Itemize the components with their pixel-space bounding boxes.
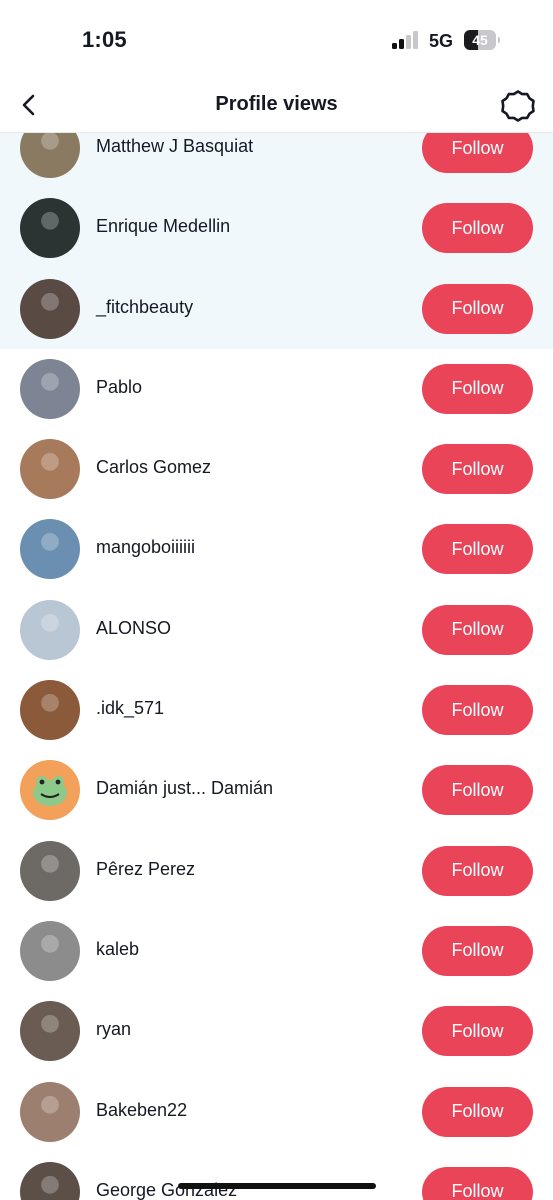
username[interactable]: Damián just... Damián [96,778,273,799]
avatar[interactable] [20,519,80,580]
list-item[interactable]: .idk_571 Follow [0,670,553,750]
username[interactable]: mangoboiiiiii [96,537,195,558]
page-title: Profile views [215,93,338,115]
list-item[interactable]: mangoboiiiiii Follow [0,509,553,589]
username[interactable]: ALONSO [96,618,171,639]
avatar[interactable] [20,1161,80,1200]
avatar[interactable] [20,680,80,741]
avatar[interactable] [20,278,80,339]
username[interactable]: Pêrez Perez [96,859,195,880]
list-item[interactable]: kaleb Follow [0,911,553,991]
list-item[interactable]: Carlos Gomez Follow [0,429,553,509]
home-indicator [178,1183,376,1189]
follow-button[interactable]: Follow [422,604,533,655]
username[interactable]: Bakeben22 [96,1100,187,1121]
avatar[interactable] [20,133,80,178]
list-item[interactable]: ryan Follow [0,991,553,1071]
gear-icon [501,90,535,122]
follow-button[interactable]: Follow [422,203,533,254]
settings-button[interactable] [499,87,537,125]
follow-button[interactable]: Follow [422,765,533,816]
profile-viewers-list[interactable]: Matthew J Basquiat Follow Enrique Medellin… [0,133,553,1200]
username[interactable]: ryan [96,1019,131,1040]
list-item[interactable]: Bakeben22 Follow [0,1072,553,1152]
follow-button[interactable]: Follow [422,283,533,334]
username[interactable]: _fitchbeauty [96,297,193,318]
avatar[interactable] [20,840,80,901]
avatar[interactable] [20,1081,80,1142]
username[interactable]: Enrique Medellin [96,216,230,237]
battery-level: 45 [472,32,488,48]
follow-button[interactable]: Follow [422,1086,533,1137]
username[interactable]: Carlos Gomez [96,457,211,478]
list-item[interactable]: _fitchbeauty Follow [0,268,553,349]
status-time: 1:05 [82,27,127,52]
header: Profile views [0,80,553,133]
username[interactable]: .idk_571 [96,698,164,719]
username[interactable]: Pablo [96,377,142,398]
avatar[interactable] [20,1001,80,1062]
status-bar: 1:05 5G 45 [0,0,553,80]
avatar[interactable] [20,920,80,981]
follow-button[interactable]: Follow [422,925,533,976]
avatar[interactable] [20,599,80,660]
username[interactable]: kaleb [96,939,139,960]
list-item[interactable]: Pablo Follow [0,349,553,429]
battery-icon: 45 [464,30,500,50]
avatar[interactable] [20,439,80,500]
list-item[interactable]: Enrique Medellin Follow [0,188,553,269]
avatar[interactable] [20,358,80,419]
follow-button[interactable]: Follow [422,363,533,414]
network-type: 5G [429,31,454,51]
avatar[interactable] [20,760,80,821]
list-item[interactable]: Pêrez Perez Follow [0,831,553,911]
follow-button[interactable]: Follow [422,1006,533,1057]
follow-button[interactable]: Follow [422,1166,533,1200]
list-item[interactable]: Damián just... Damián Follow [0,750,553,830]
cellular-signal-icon [392,31,420,49]
follow-button[interactable]: Follow [422,685,533,736]
follow-button[interactable]: Follow [422,444,533,495]
avatar[interactable] [20,198,80,259]
list-item[interactable]: ALONSO Follow [0,590,553,670]
follow-button[interactable]: Follow [422,845,533,896]
username[interactable]: Matthew J Basquiat [96,136,253,157]
list-item[interactable]: Matthew J Basquiat Follow [0,133,553,189]
follow-button[interactable]: Follow [422,524,533,575]
list-item[interactable]: George Gonzalez Follow [0,1152,553,1200]
follow-button[interactable]: Follow [422,133,533,173]
